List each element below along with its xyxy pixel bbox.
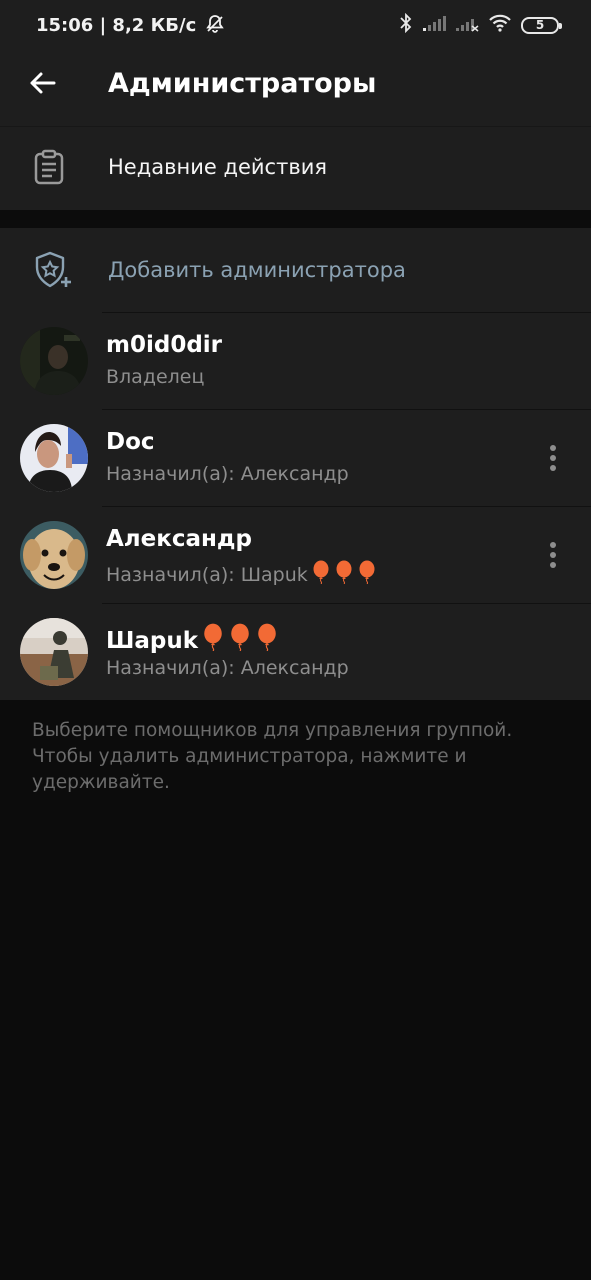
bluetooth-icon bbox=[399, 12, 413, 37]
admin-name: m0id0dir bbox=[106, 332, 223, 358]
admin-name-text: Шарuk bbox=[106, 628, 199, 654]
balloon-icon bbox=[359, 560, 375, 584]
status-speed: | 8,2 КБ/с bbox=[99, 15, 197, 36]
admin-row-aleksandr[interactable]: Александр Назначил(а): Шарuk bbox=[0, 506, 591, 603]
avatar bbox=[20, 618, 88, 686]
more-options-button[interactable] bbox=[541, 540, 565, 570]
status-bar: 15:06 | 8,2 КБ/с 5 bbox=[0, 0, 591, 44]
battery-icon: 5 bbox=[521, 16, 562, 34]
admin-assigned-by: Назначил(а): Александр bbox=[106, 463, 349, 485]
add-admin-label: Добавить администратора bbox=[108, 258, 406, 282]
dot bbox=[550, 455, 556, 461]
admin-name: Шарuk bbox=[106, 623, 279, 654]
admin-assigned-by: Назначил(а): Александр bbox=[106, 657, 349, 679]
status-time: 15:06 bbox=[36, 15, 94, 36]
dot bbox=[550, 465, 556, 471]
clipboard-icon bbox=[32, 149, 66, 189]
admin-name: Doc bbox=[106, 429, 155, 455]
wifi-icon bbox=[488, 14, 512, 36]
dot bbox=[550, 445, 556, 451]
bell-muted-icon bbox=[205, 14, 225, 39]
dot bbox=[550, 562, 556, 568]
balloon-icon bbox=[336, 560, 352, 584]
admin-row-sharuk[interactable]: Шарuk Назначил(а): Александр bbox=[0, 603, 591, 700]
avatar bbox=[20, 327, 88, 395]
recent-actions-item[interactable]: Недавние действия bbox=[0, 126, 591, 210]
dot bbox=[550, 542, 556, 548]
balloon-icon bbox=[231, 623, 249, 651]
add-admin-button[interactable]: Добавить администратора bbox=[0, 228, 591, 312]
admin-row-doc[interactable]: Doc Назначил(а): Александр bbox=[0, 409, 591, 506]
admins-section: Добавить администратора m0id0dir Владеле… bbox=[0, 228, 591, 700]
dot bbox=[550, 552, 556, 558]
battery-level: 5 bbox=[535, 18, 545, 32]
back-button[interactable] bbox=[20, 65, 64, 105]
signal-off-icon bbox=[455, 14, 479, 36]
avatar bbox=[20, 521, 88, 589]
admin-role: Владелец bbox=[106, 366, 205, 388]
page-title: Администраторы bbox=[108, 68, 377, 99]
assigned-by-text: Назначил(а): Шарuk bbox=[106, 564, 308, 586]
admins-help-text: Выберите помощников для управления групп… bbox=[32, 720, 513, 793]
avatar bbox=[20, 424, 88, 492]
status-right: 5 bbox=[399, 12, 562, 37]
balloon-icon bbox=[313, 560, 329, 584]
balloon-icon bbox=[258, 623, 276, 651]
admin-row-m0id0dir[interactable]: m0id0dir Владелец bbox=[0, 312, 591, 409]
shield-star-add-icon bbox=[32, 250, 74, 294]
admin-name: Александр bbox=[106, 526, 252, 552]
signal-icon bbox=[422, 14, 446, 36]
status-left: 15:06 | 8,2 КБ/с bbox=[36, 14, 225, 39]
more-options-button[interactable] bbox=[541, 443, 565, 473]
app-bar: Администраторы bbox=[0, 44, 591, 126]
balloon-icon bbox=[204, 623, 222, 651]
recent-actions-label: Недавние действия bbox=[108, 155, 327, 179]
admin-assigned-by: Назначил(а): Шарuk bbox=[106, 560, 377, 586]
arrow-left-icon bbox=[28, 71, 56, 99]
